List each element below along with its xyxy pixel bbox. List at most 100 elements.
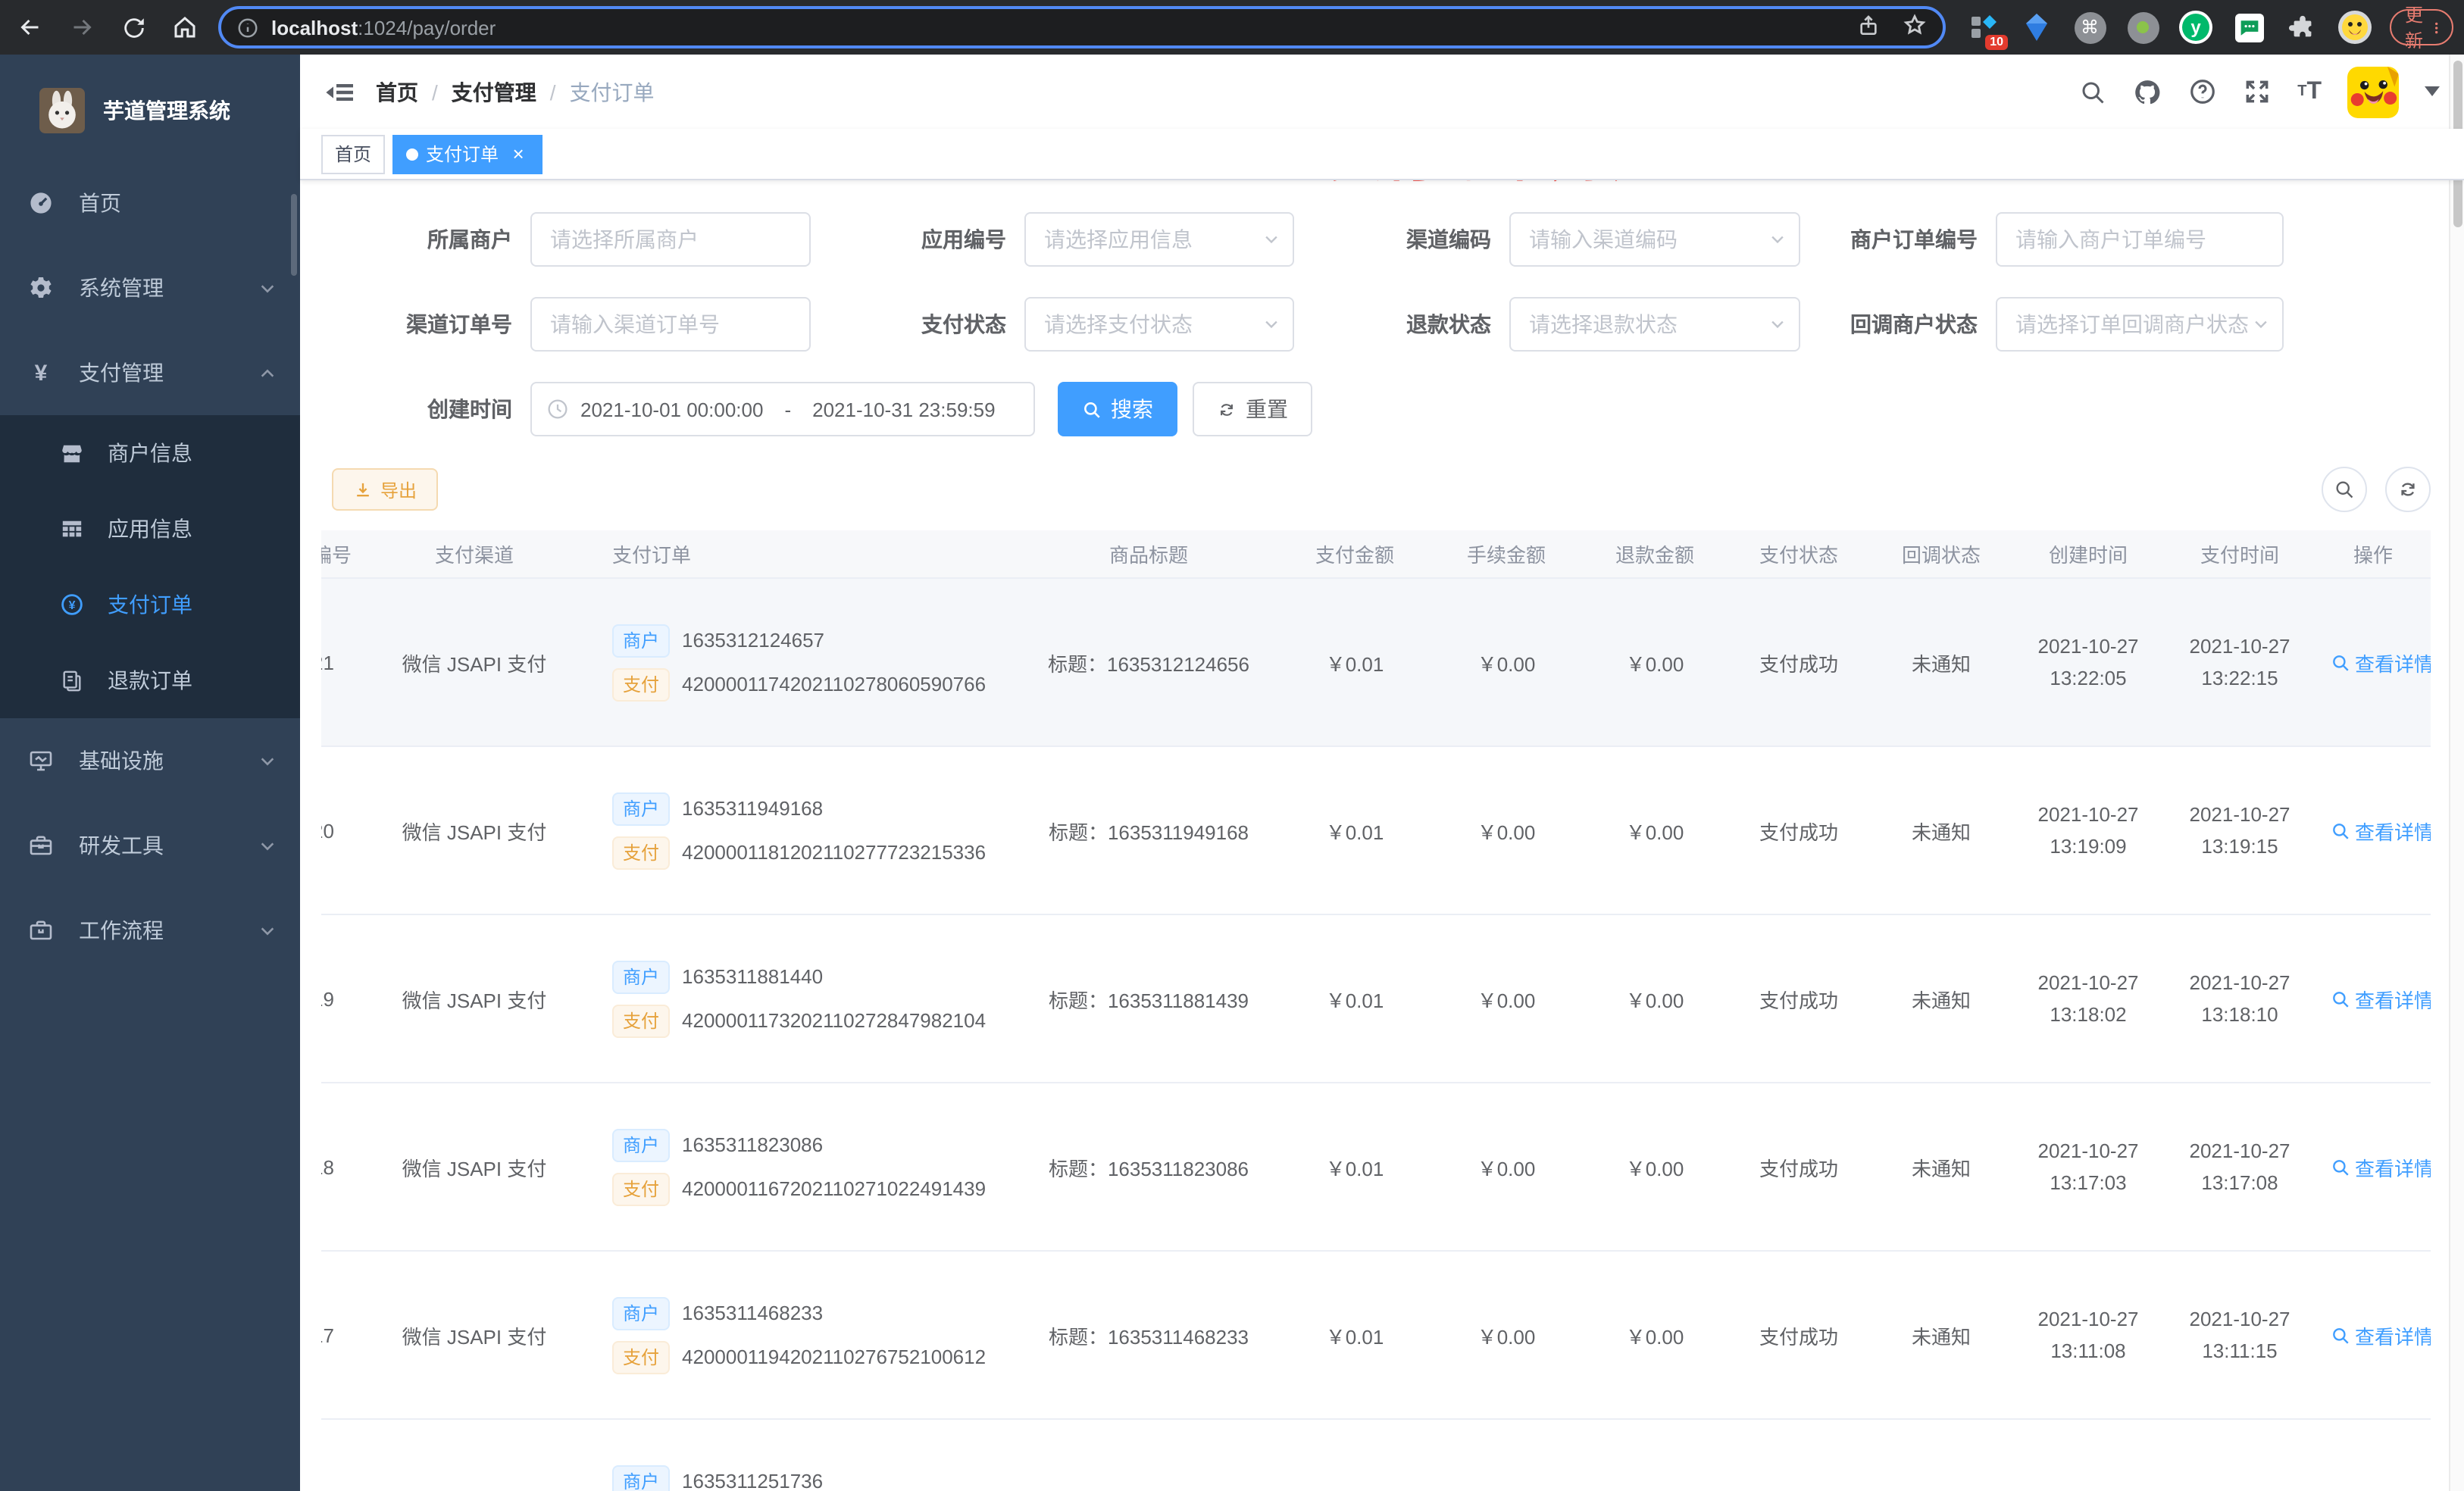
export-button[interactable]: 导出 xyxy=(332,468,439,511)
cell-refund: ￥0.00 xyxy=(1625,821,1684,843)
apps-extension-icon[interactable]: 10 xyxy=(1967,11,2008,50)
cell-notify: 未通知 xyxy=(1911,821,1971,843)
filter-label-refund-status: 退款状态 xyxy=(1406,312,1491,336)
page-info-icon[interactable] xyxy=(236,16,259,39)
sidebar-item-system[interactable]: 系统管理 xyxy=(0,245,300,330)
screen: localhost:1024/pay/order 10 ⌘ y 更新 芋道管理… xyxy=(0,0,2464,1491)
channel-order-no-input[interactable] xyxy=(530,297,811,352)
breadcrumb-pay[interactable]: 支付管理 xyxy=(452,77,536,107)
cell-id: 21 xyxy=(321,651,334,674)
refresh-table-button[interactable] xyxy=(2385,467,2431,512)
status-dot-extension-icon[interactable] xyxy=(2126,11,2159,44)
merchant-tag: 商户 xyxy=(612,960,671,993)
refund-status-select[interactable] xyxy=(1509,297,1800,352)
app-logo: 芋道管理系统 xyxy=(0,55,300,161)
sidebar-item-merchant-info[interactable]: 商户信息 xyxy=(0,415,300,491)
extensions-puzzle-icon[interactable] xyxy=(2285,11,2319,44)
home-icon[interactable] xyxy=(170,12,200,42)
channel-code-select[interactable] xyxy=(1509,212,1800,267)
browser-menu-dots-icon xyxy=(2435,21,2439,33)
cell-paid-time: 2021-10-27 13:18:10 xyxy=(2189,971,2290,1026)
avatar-caret-icon[interactable] xyxy=(2425,86,2440,97)
cell-actions: 查看详情 xyxy=(2315,816,2431,845)
sketch-extension-icon[interactable] xyxy=(2020,11,2053,44)
chat-extension-icon[interactable] xyxy=(2232,11,2265,44)
cell-channel: 微信 JSAPI 支付 xyxy=(402,1325,547,1348)
cell-amount: ￥0.01 xyxy=(1325,652,1384,675)
share-icon[interactable] xyxy=(1856,13,1881,42)
cell-pay-order: 商户 1635311949168 支付 42000011812021102777… xyxy=(564,781,1018,880)
reset-button[interactable]: 重置 xyxy=(1193,382,1312,436)
filter-label-merchant-order-no: 商户订单编号 xyxy=(1850,227,1978,252)
refresh-icon xyxy=(2401,483,2415,496)
extension-badge: 10 xyxy=(1985,35,2008,50)
notify-status-select[interactable] xyxy=(1996,297,2284,352)
pay-tag: 支付 xyxy=(612,1172,671,1205)
reload-icon[interactable] xyxy=(118,12,149,42)
filter-label-pay-status: 支付状态 xyxy=(921,312,1006,336)
font-size-icon[interactable]: TT xyxy=(2297,78,2322,105)
search-icon[interactable] xyxy=(2079,78,2106,105)
table-row: 商户 1635311251736 xyxy=(321,1420,2431,1491)
back-icon[interactable] xyxy=(15,12,45,42)
merchant-order-no: 1635312124657 xyxy=(682,629,825,652)
yuque-extension-icon[interactable]: y xyxy=(2179,11,2212,44)
cell-notify: 未通知 xyxy=(1911,989,1971,1011)
filter-label-channel-order-no: 渠道订单号 xyxy=(406,312,512,336)
sidebar-toggle-icon[interactable] xyxy=(324,77,355,107)
forward-icon[interactable] xyxy=(67,12,97,42)
search-icon xyxy=(1084,402,1100,417)
user-avatar[interactable] xyxy=(2347,66,2399,117)
cell-pay-order: 商户 1635311468233 支付 42000011942021102767… xyxy=(564,1286,1018,1384)
view-detail-link[interactable]: 查看详情 xyxy=(2331,1321,2431,1349)
pay-tag: 支付 xyxy=(612,1004,671,1037)
view-detail-link[interactable]: 查看详情 xyxy=(2331,816,2431,845)
merchant-order-no-input[interactable] xyxy=(1996,212,2284,267)
merchant-tag: 商户 xyxy=(612,1296,671,1330)
merchant-order-no: 1635311251736 xyxy=(682,1470,824,1491)
tab-pay-order[interactable]: 支付订单 × xyxy=(392,134,543,173)
cell-fee: ￥0.00 xyxy=(1477,989,1536,1011)
sidebar-scrollbar-thumb[interactable] xyxy=(291,194,297,276)
view-detail-link[interactable]: 查看详情 xyxy=(2331,1152,2431,1181)
breadcrumb-home[interactable]: 首页 xyxy=(376,77,418,107)
col-header-fee: 手续金额 xyxy=(1466,544,1546,567)
table-row: 17 微信 JSAPI 支付 商户 1635311468233 支付 42000… xyxy=(321,1252,2431,1420)
pay-status-select[interactable] xyxy=(1024,297,1294,352)
emoji-avatar-icon[interactable] xyxy=(2338,11,2372,44)
merchant-filter-input[interactable] xyxy=(530,212,811,267)
cell-id: 18 xyxy=(321,1155,334,1178)
sidebar-item-app-info[interactable]: 应用信息 xyxy=(0,491,300,567)
sidebar-item-pay-order[interactable]: ¥ 支付订单 xyxy=(0,567,300,642)
cell-pay-order: 商户 1635311251736 xyxy=(564,1454,1018,1491)
view-detail-link[interactable]: 查看详情 xyxy=(2331,984,2431,1013)
clock-icon xyxy=(548,399,568,419)
app-filter-select[interactable] xyxy=(1024,212,1294,267)
fullscreen-icon[interactable] xyxy=(2243,77,2272,106)
cell-title: 标题：1635311881439 xyxy=(1048,989,1249,1011)
pay-tag: 支付 xyxy=(612,667,671,701)
update-button[interactable]: 更新 xyxy=(2390,5,2454,52)
address-bar[interactable]: localhost:1024/pay/order xyxy=(218,6,1946,48)
bookmark-star-icon[interactable] xyxy=(1902,12,1928,42)
download-icon xyxy=(357,482,369,496)
date-range-input[interactable]: 2021-10-01 00:00:00 - 2021-10-31 23:59:5… xyxy=(530,382,1035,436)
cell-pay-order: 商户 1635311881440 支付 42000011732021102728… xyxy=(564,949,1018,1048)
col-header-title: 商品标题 xyxy=(1108,544,1188,567)
page-scrollbar[interactable] xyxy=(2449,55,2464,1491)
cell-actions: 查看详情 xyxy=(2315,648,2431,677)
sidebar-item-infra[interactable]: 基础设施 xyxy=(0,718,300,803)
tab-home[interactable]: 首页 xyxy=(321,134,386,173)
show-search-toggle-button[interactable] xyxy=(2322,467,2367,512)
sidebar-item-workflow[interactable]: 工作流程 xyxy=(0,888,300,973)
sidebar-item-refund-order[interactable]: 退款订单 xyxy=(0,642,300,718)
help-icon[interactable] xyxy=(2188,77,2217,106)
sidebar-item-home[interactable]: 首页 xyxy=(0,161,300,245)
sidebar-item-dev-tools[interactable]: 研发工具 xyxy=(0,803,300,888)
sidebar-item-pay[interactable]: ¥ 支付管理 xyxy=(0,330,300,415)
command-extension-icon[interactable]: ⌘ xyxy=(2073,11,2106,44)
search-button[interactable]: 搜索 xyxy=(1058,382,1177,436)
github-icon[interactable] xyxy=(2132,77,2162,107)
view-detail-link[interactable]: 查看详情 xyxy=(2331,648,2431,677)
close-tab-icon[interactable]: × xyxy=(508,143,529,164)
